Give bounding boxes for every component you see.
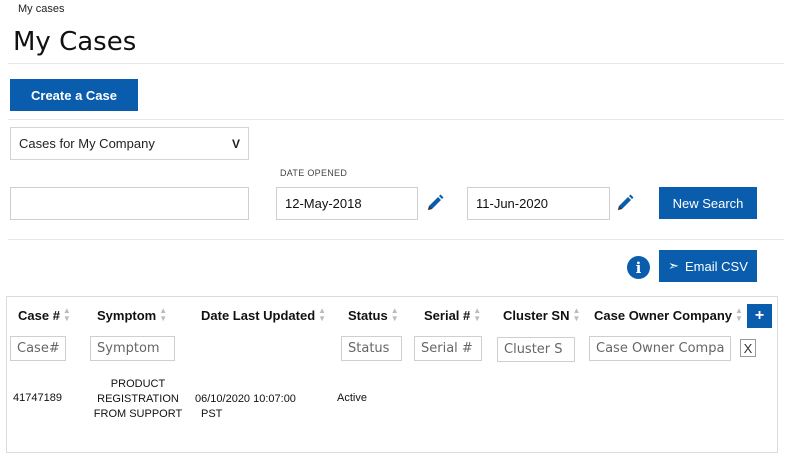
filter-serial-input[interactable]: Serial # — [414, 336, 482, 361]
filter-symptom-input[interactable]: Symptom — [90, 336, 175, 361]
divider — [8, 239, 784, 240]
breadcrumb[interactable]: My cases — [18, 3, 64, 15]
date-from-field[interactable]: 12-May-2018 — [276, 187, 418, 220]
cell-symptom: PRODUCT REGISTRATION FROM SUPPORT — [93, 378, 183, 420]
column-header-case-owner-company[interactable]: Case Owner Company ▲ ▼ — [594, 307, 743, 323]
column-header-date-last-updated[interactable]: Date Last Updated ▲ ▼ — [201, 307, 326, 323]
chevron-down-icon: V — [231, 136, 240, 151]
column-header-serial[interactable]: Serial # ▲ ▼ — [424, 307, 481, 323]
sort-icon: ▲ ▼ — [318, 306, 327, 323]
create-case-button[interactable]: Create a Case — [10, 79, 138, 111]
case-filter-select[interactable]: Cases for My Company V — [10, 127, 249, 160]
email-csv-button[interactable]: ➣ Email CSV — [659, 250, 757, 282]
sort-icon: ▲ ▼ — [735, 306, 743, 323]
add-column-button[interactable]: + — [747, 304, 772, 328]
divider — [8, 119, 784, 120]
sort-icon: ▲ ▼ — [390, 306, 399, 323]
filter-status-input[interactable]: Status — [341, 336, 402, 361]
new-search-button[interactable]: New Search — [659, 187, 757, 219]
column-header-cluster-sn[interactable]: Cluster SN ▲ ▼ — [503, 307, 580, 323]
sort-icon: ▲ ▼ — [572, 306, 581, 323]
page-title: My Cases — [13, 27, 137, 57]
date-opened-label: DATE OPENED — [280, 168, 348, 178]
info-icon[interactable]: i — [627, 256, 650, 279]
column-header-status[interactable]: Status ▲ ▼ — [348, 307, 399, 323]
cell-status: Active — [337, 392, 367, 404]
column-header-symptom[interactable]: Symptom ▲ ▼ — [97, 307, 167, 323]
filter-case-owner-company-input[interactable]: Case Owner Compa — [589, 336, 731, 361]
cell-case-number[interactable]: 41747189 — [13, 392, 62, 404]
cell-date-last-updated: 06/10/2020 10:07:00 PST — [195, 393, 296, 420]
email-csv-label: Email CSV — [685, 258, 748, 274]
filter-case-number-input[interactable]: Case# — [10, 336, 66, 361]
pencil-icon[interactable] — [424, 192, 446, 214]
pencil-icon[interactable] — [614, 192, 636, 214]
sort-icon: ▲ ▼ — [473, 306, 482, 323]
filter-cluster-sn-input[interactable]: Cluster S — [497, 337, 575, 362]
clear-filters-button[interactable]: X — [740, 339, 756, 357]
date-to-field[interactable]: 11-Jun-2020 — [467, 187, 610, 220]
sort-icon: ▲ ▼ — [159, 306, 168, 323]
divider — [8, 63, 784, 64]
column-header-case-number[interactable]: Case # ▲ ▼ — [18, 307, 71, 323]
sort-icon: ▲ ▼ — [62, 306, 71, 323]
send-icon: ➣ — [668, 258, 680, 273]
case-filter-value: Cases for My Company — [19, 136, 155, 151]
search-input[interactable] — [10, 187, 249, 220]
